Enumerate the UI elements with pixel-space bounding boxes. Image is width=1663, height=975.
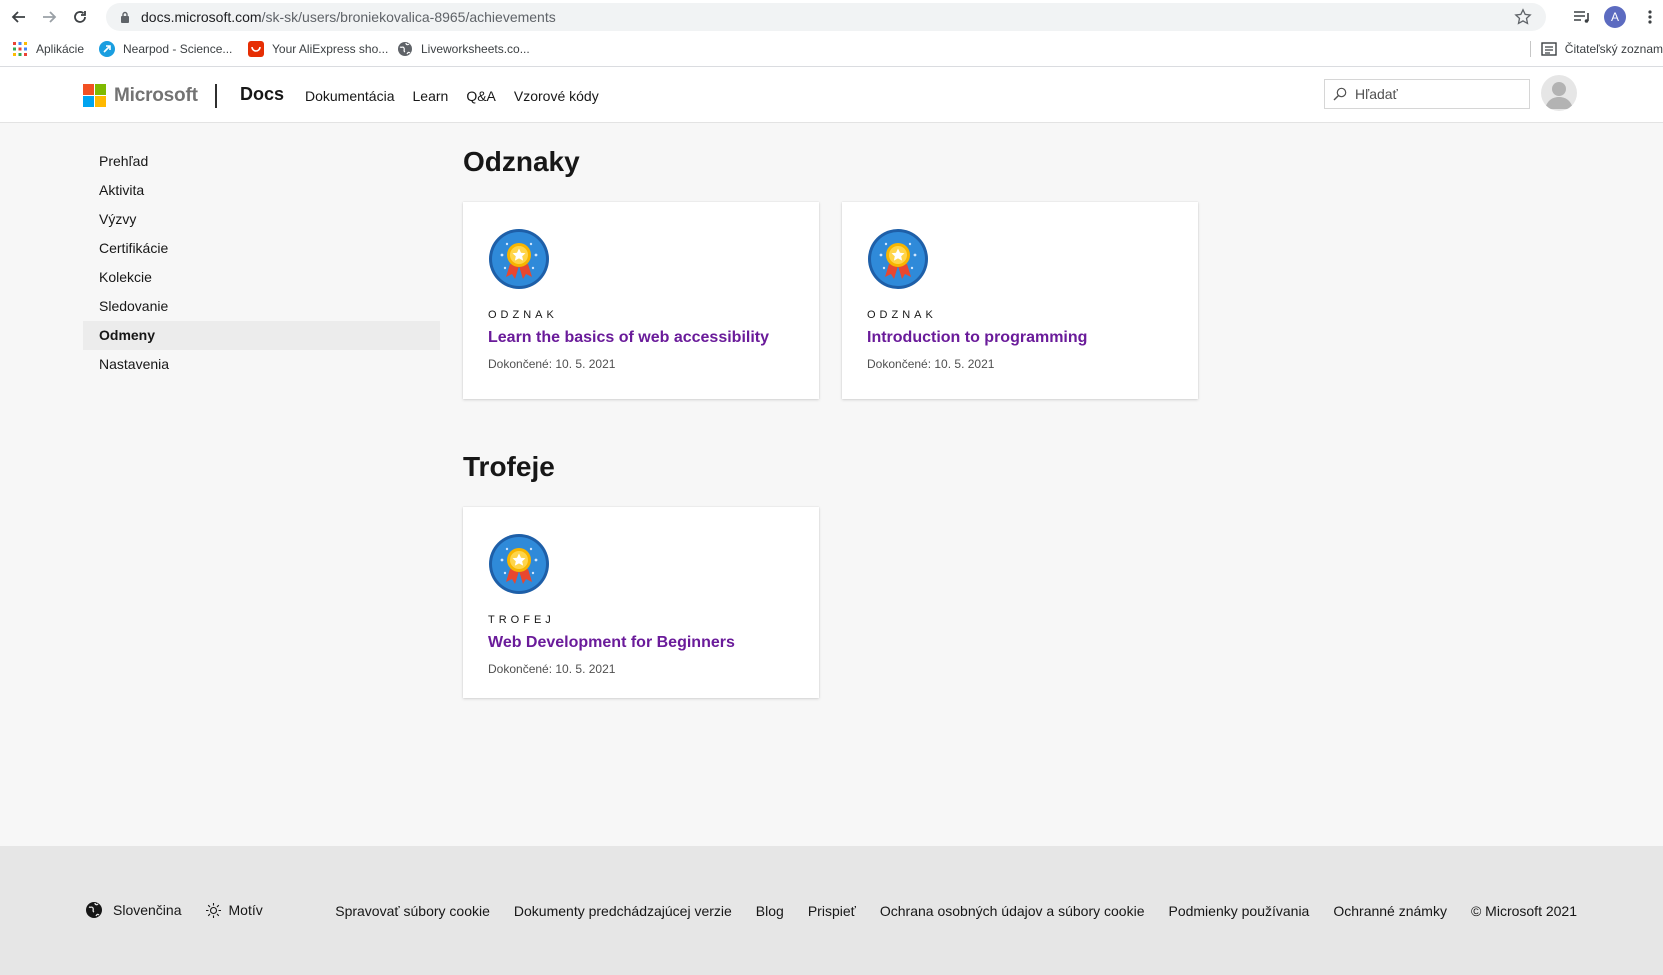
bookmarks-divider [1529,41,1531,57]
sidebar-item-vyzvy[interactable]: Výzvy [83,205,440,234]
language-selector[interactable]: Slovenčina [85,901,182,919]
card-completed-date: Dokončené: 10. 5. 2021 [488,662,616,676]
reading-list-button[interactable]: Čitateľský zoznam [1529,41,1663,57]
address-bar[interactable]: docs.microsoft.com/sk-sk/users/broniekov… [106,3,1546,31]
search-icon [1333,87,1347,101]
footer-links: Spravovať súbory cookie Dokumenty predch… [335,903,1577,919]
footer-link-contribute[interactable]: Prispieť [808,903,856,919]
footer-link-trademarks[interactable]: Ochranné známky [1333,903,1447,919]
sidebar-item-kolekcie[interactable]: Kolekcie [83,263,440,292]
search-input[interactable] [1355,85,1520,103]
trophy-card[interactable]: TROFEJ Web Development for Beginners Dok… [463,507,819,698]
card-kind: TROFEJ [488,614,555,626]
globe-icon [397,41,413,57]
badge-card[interactable]: ODZNAK Introduction to programming Dokon… [842,202,1198,399]
footer-link-privacy[interactable]: Ochrana osobných údajov a súbory cookie [880,903,1145,919]
bookmark-liveworksheets[interactable]: Liveworksheets.co... [397,41,530,57]
card-completed-date: Dokončené: 10. 5. 2021 [867,357,995,371]
footer-preferences: Slovenčina Motív [85,901,263,919]
bookmark-star-icon[interactable] [1514,8,1532,26]
brand-name: Microsoft [114,84,198,106]
badges-heading: Odznaky [463,146,580,177]
sidebar-item-aktivita[interactable]: Aktivita [83,176,440,205]
profile-button[interactable]: A [1604,6,1626,28]
sidebar-item-prehlad[interactable]: Prehľad [83,147,440,176]
theme-selector[interactable]: Motív [205,902,263,918]
forward-button[interactable] [39,7,59,27]
card-title-link[interactable]: Introduction to programming [867,329,1087,347]
card-kind: ODZNAK [867,309,937,321]
sidebar-item-odmeny[interactable]: Odmeny [83,321,440,350]
url-text: docs.microsoft.com/sk-sk/users/broniekov… [141,9,556,25]
badge-card[interactable]: ODZNAK Learn the basics of web accessibi… [463,202,819,399]
footer-link-previous-docs[interactable]: Dokumenty predchádzajúcej verzie [514,903,732,919]
header-divider [215,84,217,108]
nearpod-icon [99,41,115,57]
arrow-left-icon [11,11,25,23]
reload-button[interactable] [70,7,90,27]
user-avatar[interactable] [1541,75,1577,111]
microsoft-logo[interactable]: Microsoft [83,84,198,107]
browser-menu-button[interactable] [1647,6,1653,28]
sidebar-item-certifikacie[interactable]: Certifikácie [83,234,440,263]
top-nav: Dokumentácia Learn Q&A Vzorové kódy [305,88,599,104]
card-completed-date: Dokončené: 10. 5. 2021 [488,357,616,371]
search-box [1324,79,1530,109]
achievement-medal-icon [868,229,928,289]
bookmarks-bar: Aplikácie Nearpod - Science... Your AliE… [0,34,1663,67]
playlist-icon [1574,11,1589,23]
bookmark-label: Your AliExpress sho... [272,42,389,56]
footer-link-cookies[interactable]: Spravovať súbory cookie [335,903,490,919]
footer-link-terms[interactable]: Podmienky používania [1168,903,1309,919]
bookmark-label: Aplikácie [36,42,85,56]
profile-avatar: A [1604,6,1626,28]
globe-icon [86,902,102,918]
bookmark-label: Nearpod - Science... [123,42,233,56]
reload-icon [74,11,86,23]
bookmark-label: Liveworksheets.co... [421,42,530,56]
site-header: Microsoft Docs Dokumentácia Learn Q&A Vz… [0,67,1663,123]
nav-learn[interactable]: Learn [413,88,449,104]
bookmark-nearpod[interactable]: Nearpod - Science... [99,41,232,57]
footer-link-blog[interactable]: Blog [756,903,784,919]
bookmark-apps[interactable]: Aplikácie [12,41,84,57]
card-kind: ODZNAK [488,309,558,321]
microsoft-squares-icon [83,84,106,107]
reading-list-icon [1541,42,1557,56]
sidebar-item-sledovanie[interactable]: Sledovanie [83,292,440,321]
trophies-heading: Trofeje [463,451,555,482]
language-label: Slovenčina [113,902,182,918]
site-title[interactable]: Docs [240,84,284,105]
back-button[interactable] [9,7,29,27]
apps-grid-icon [12,41,28,57]
card-title-link[interactable]: Learn the basics of web accessibility [488,329,769,347]
achievement-medal-icon [489,534,549,594]
aliexpress-icon [248,41,264,57]
browser-toolbar: docs.microsoft.com/sk-sk/users/broniekov… [0,0,1663,34]
sidebar-item-nastavenia[interactable]: Nastavenia [83,350,440,379]
nav-dokumentacia[interactable]: Dokumentácia [305,88,395,104]
site-footer: Slovenčina Motív Spravovať súbory cookie… [0,846,1663,975]
copyright: © Microsoft 2021 [1470,903,1577,919]
card-title-link[interactable]: Web Development for Beginners [488,634,735,652]
bookmark-aliexpress[interactable]: Your AliExpress sho... [248,41,388,57]
reading-list-label: Čitateľský zoznam [1564,42,1663,56]
lock-icon [121,11,129,23]
sun-icon [205,902,221,918]
theme-label: Motív [228,902,263,918]
media-control-button[interactable] [1573,6,1591,28]
kebab-menu-icon [1648,10,1652,24]
arrow-right-icon [43,11,57,23]
achievement-medal-icon [489,229,549,289]
nav-qa[interactable]: Q&A [466,88,496,104]
nav-vzorove-kody[interactable]: Vzorové kódy [514,88,599,104]
profile-sidebar: Prehľad Aktivita Výzvy Certifikácie Kole… [83,147,440,379]
person-icon [1545,82,1573,109]
